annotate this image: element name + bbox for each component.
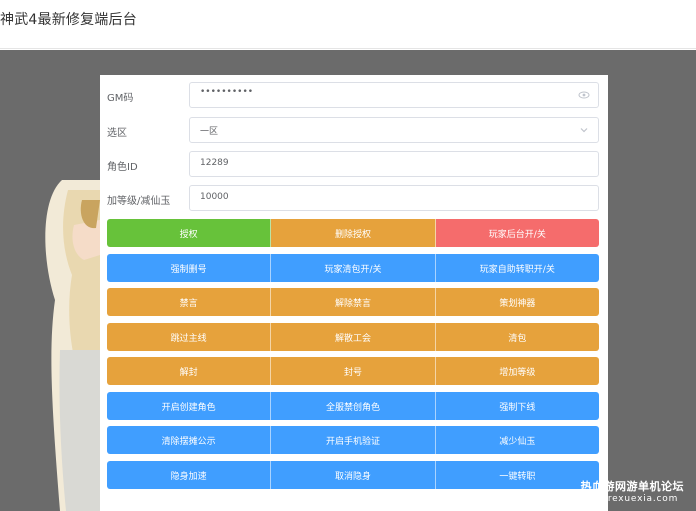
action-button[interactable]: 解除禁言 (271, 288, 436, 316)
button-row: 授权 删除授权 玩家后台开/关 (107, 219, 599, 247)
action-button[interactable]: 删除授权 (271, 219, 436, 247)
action-button[interactable]: 清包 (435, 323, 599, 351)
zone-select[interactable]: 一区 (189, 117, 599, 143)
action-button[interactable]: 开启创建角色 (107, 392, 272, 420)
action-button[interactable]: 一键转职 (435, 461, 599, 489)
role-id-row: 角色ID 12289 (100, 151, 608, 179)
action-button[interactable]: 减少仙玉 (435, 426, 599, 454)
button-row: 禁言 解除禁言 策划神器 (107, 288, 599, 316)
role-id-value: 12289 (200, 158, 229, 168)
watermark-line-1: 热血游网游单机论坛 (580, 480, 684, 493)
action-button[interactable]: 解散工会 (271, 323, 436, 351)
site-watermark: 热血游网游单机论坛 www.rexuexia.com (581, 481, 685, 505)
level-jade-row: 加等级/减仙玉 10000 (100, 185, 608, 213)
action-button[interactable]: 增加等级 (435, 357, 599, 385)
button-row: 清除摆摊公示 开启手机验证 减少仙玉 (107, 426, 599, 454)
character-art-image (45, 180, 100, 511)
page-title: 神武4最新修复端后台 (0, 12, 137, 28)
zone-value: 一区 (200, 127, 219, 137)
eye-icon[interactable] (578, 89, 590, 101)
role-id-label: 角色ID (107, 162, 138, 173)
level-jade-value: 10000 (200, 192, 229, 202)
action-button[interactable]: 跳过主线 (107, 323, 272, 351)
gm-code-label: GM码 (107, 93, 134, 104)
button-row: 跳过主线 解散工会 清包 (107, 323, 599, 351)
watermark-line-2: www.rexuexia.com (580, 494, 679, 504)
level-jade-input[interactable]: 10000 (189, 185, 599, 211)
button-row: 隐身加速 取消隐身 一键转职 (107, 461, 599, 489)
level-jade-label: 加等级/减仙玉 (107, 196, 171, 207)
gm-panel: GM码 •••••••••• 选区 一区 角色ID 12289 加等级/减仙玉 … (100, 75, 608, 511)
button-row: 解封 封号 增加等级 (107, 357, 599, 385)
action-button[interactable]: 禁言 (107, 288, 272, 316)
action-button[interactable]: 开启手机验证 (271, 426, 436, 454)
action-button[interactable]: 隐身加速 (107, 461, 272, 489)
action-button[interactable]: 解封 (107, 357, 272, 385)
gm-code-input[interactable]: •••••••••• (189, 82, 599, 108)
action-button[interactable]: 全服禁创角色 (271, 392, 436, 420)
action-button[interactable]: 取消隐身 (271, 461, 436, 489)
gm-code-value: •••••••••• (200, 87, 254, 97)
action-button[interactable]: 封号 (271, 357, 436, 385)
title-divider (0, 48, 696, 49)
action-button[interactable]: 授权 (107, 219, 272, 247)
button-row: 开启创建角色 全服禁创角色 强制下线 (107, 392, 599, 420)
action-button[interactable]: 强制下线 (435, 392, 599, 420)
action-button[interactable]: 玩家自助转职开/关 (435, 254, 599, 282)
chevron-down-icon (580, 128, 588, 133)
zone-row: 选区 一区 (100, 117, 608, 145)
action-button[interactable]: 强制删号 (107, 254, 272, 282)
button-row: 强制删号 玩家清包开/关 玩家自助转职开/关 (107, 254, 599, 282)
gm-code-row: GM码 •••••••••• (100, 82, 608, 110)
action-button[interactable]: 清除摆摊公示 (107, 426, 272, 454)
role-id-input[interactable]: 12289 (189, 151, 599, 177)
action-button[interactable]: 玩家后台开/关 (435, 219, 599, 247)
zone-label: 选区 (107, 128, 127, 139)
action-button[interactable]: 玩家清包开/关 (271, 254, 436, 282)
action-button[interactable]: 策划神器 (435, 288, 599, 316)
